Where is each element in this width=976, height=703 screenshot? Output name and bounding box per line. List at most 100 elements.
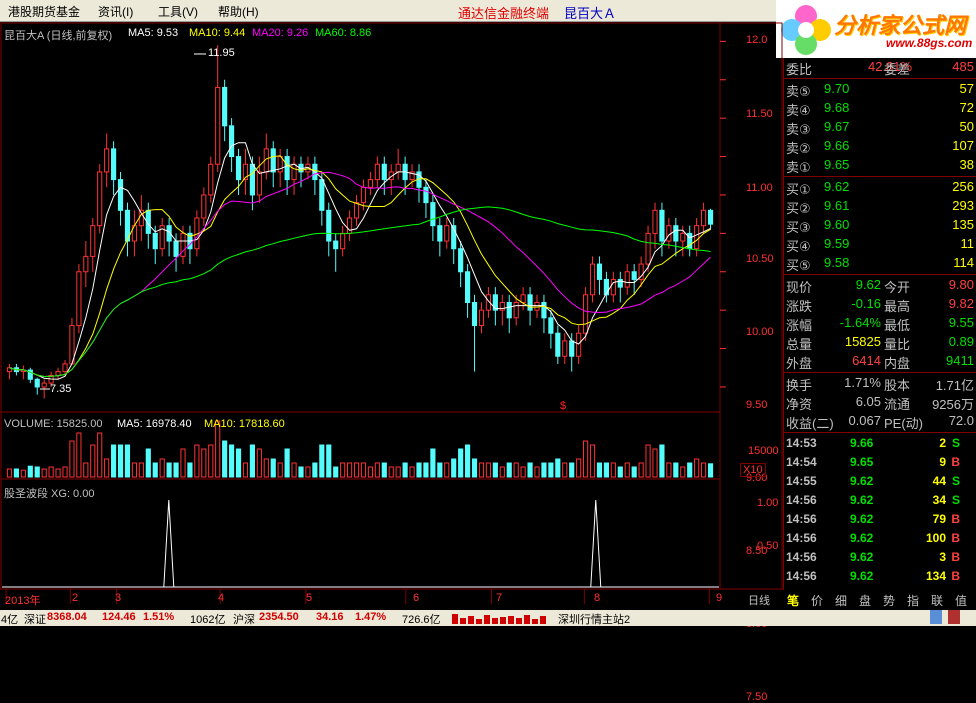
hs-index-label[interactable]: 沪深: [233, 611, 255, 627]
volume-bar: [208, 444, 214, 478]
fund-label-2: PE(动): [884, 416, 924, 431]
chart-stock-label: 昆百大A (日线,前复权): [4, 30, 113, 42]
menu-tools[interactable]: 工具(V): [158, 3, 198, 20]
status-amount: 4亿: [1, 614, 19, 626]
candle-body: [437, 225, 443, 242]
volume-bar: [617, 466, 623, 478]
volume-bar: [159, 458, 165, 478]
stat-row: 涨跌 -0.16 最高 9.82: [784, 295, 976, 314]
candle-body: [548, 317, 554, 334]
stat-label-2: 最高: [884, 299, 911, 314]
candle-body: [680, 232, 686, 242]
volume-bar: [13, 468, 19, 478]
kline-chart[interactable]: [0, 22, 783, 610]
volume-bar: [222, 440, 228, 478]
chart-marker: $: [560, 400, 567, 412]
tab-1[interactable]: 价: [811, 592, 823, 609]
volume-bar: [381, 462, 387, 478]
volume-bar: [263, 458, 269, 478]
tab-2[interactable]: 细: [835, 592, 847, 609]
tick-volume: 3: [939, 550, 946, 564]
stat-row: 外盘 6414 内盘 9411: [784, 352, 976, 371]
menu-hk-futures[interactable]: 港股期货基金: [8, 3, 80, 20]
ma5-label: MA5: 9.53: [128, 27, 179, 39]
volume-bar: [548, 462, 554, 478]
tick-direction: B: [951, 512, 960, 526]
sell-level-label: 卖③: [786, 122, 811, 137]
server-status[interactable]: 深圳行情主站2: [558, 611, 630, 627]
tab-5[interactable]: 指: [907, 592, 919, 609]
candle-body: [201, 194, 207, 219]
tick-time: 14:56: [786, 531, 817, 545]
candle-body: [83, 255, 89, 273]
candle-body: [478, 309, 485, 327]
kline-chart-area[interactable]: 昆百大A (日线,前复权) MA5: 9.53 MA10: 9.44 MA20:…: [0, 22, 783, 703]
volume-bar: [701, 462, 707, 478]
buy-row: 买① 9.62 256: [784, 178, 976, 197]
tick-volume: 2: [939, 436, 946, 450]
sell-level-label: 卖①: [786, 160, 811, 175]
fund-value: 0.067: [848, 413, 881, 428]
candle-body: [208, 163, 214, 196]
ma10-label: MA10: 9.44: [189, 27, 246, 39]
menu-news[interactable]: 资讯(I): [98, 3, 133, 20]
volume-bar: [652, 448, 658, 478]
tick-row: 14:54 9.65 9 B: [784, 453, 976, 472]
price-tick-750: 7.50: [746, 691, 768, 703]
volume-bar: [249, 444, 255, 478]
volume-bar: [576, 458, 582, 478]
buy-row: 买② 9.61 293: [784, 197, 976, 216]
tab-7[interactable]: 值: [955, 592, 967, 609]
menu-help[interactable]: 帮助(H): [218, 3, 259, 20]
tick-time: 14:56: [786, 550, 817, 564]
volume-bar: [41, 468, 47, 478]
fund-row: 换手 1.71% 股本 1.71亿: [784, 374, 976, 393]
indicator-label: 股圣波段 XG: 0.00: [4, 488, 95, 500]
volume-bar: [673, 462, 679, 478]
sell-volume: 107: [952, 138, 974, 153]
candle-body: [90, 225, 96, 257]
tab-6[interactable]: 联: [931, 592, 943, 609]
volume-bar: [465, 444, 471, 478]
candle-body: [111, 148, 117, 181]
candle-body: [562, 340, 568, 357]
candle-body: [465, 271, 471, 303]
tab-3[interactable]: 盘: [859, 592, 871, 609]
volume-bar: [478, 462, 485, 478]
panel-divider: [784, 78, 976, 79]
candle-body: [235, 156, 242, 181]
candle-body: [34, 378, 40, 388]
volume-bar: [284, 448, 290, 478]
price-tick-12: 12.0: [746, 34, 768, 46]
date-month-7: 7: [496, 592, 503, 604]
stat-value-2: 9.82: [948, 296, 974, 311]
volume-bar: [6, 468, 13, 478]
stat-label: 总量: [786, 337, 813, 352]
date-month-3: 3: [115, 592, 122, 604]
date-month-4: 4: [218, 592, 225, 604]
date-month-2: 2: [72, 592, 79, 604]
tab-4[interactable]: 势: [883, 592, 895, 609]
tab-0[interactable]: 笔: [787, 592, 799, 609]
volume-bar: [90, 444, 96, 478]
sz-index-label[interactable]: 深证: [24, 611, 46, 627]
panel-divider: [784, 432, 976, 433]
volume-bar: [97, 432, 103, 478]
volume-bar: [194, 444, 200, 478]
period-daily-button[interactable]: 日线: [748, 592, 770, 608]
tick-row: 14:56 9.62 34 S: [784, 491, 976, 510]
buy-volume: 114: [953, 255, 974, 270]
tick-volume: 34: [932, 493, 946, 507]
price-pane-frame: [0, 22, 721, 413]
candle-body: [513, 301, 519, 319]
candle-body: [506, 301, 512, 319]
volume-bar: [638, 462, 644, 478]
weibi-label: 委比: [786, 62, 813, 77]
volume-bar: [305, 466, 311, 478]
candle-body: [527, 294, 533, 311]
stat-label: 外盘: [786, 356, 813, 371]
ma60-label: MA60: 8.86: [315, 27, 372, 39]
volume-bar: [367, 466, 373, 478]
indicator-tick-1: 1.00: [757, 497, 779, 509]
hs-index-percent: 1.47%: [355, 611, 387, 623]
